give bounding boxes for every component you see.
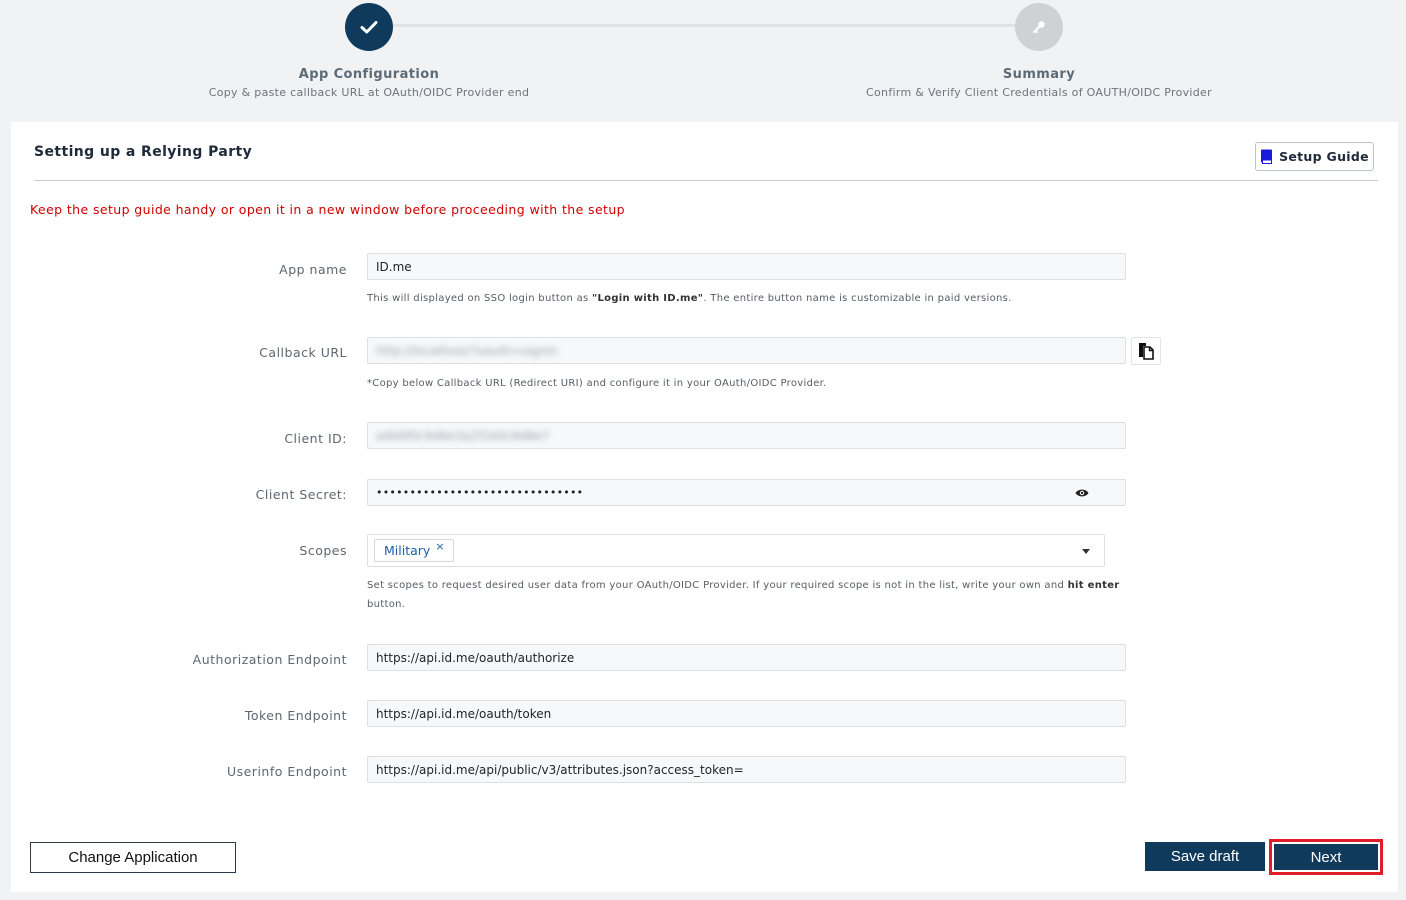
card-title: Setting up a Relying Party — [34, 144, 253, 160]
step-title: App Configuration — [298, 67, 440, 82]
step-title: Summary — [1002, 67, 1076, 82]
userinfo-endpoint-value: https://api.id.me/api/public/v3/attribut… — [376, 762, 744, 777]
next-button-highlight: Next — [1269, 839, 1383, 875]
setup-guide-button[interactable]: Setup Guide — [1255, 142, 1374, 171]
token-endpoint-value: https://api.id.me/oauth/token — [376, 706, 552, 721]
userinfo-endpoint-input[interactable]: https://api.id.me/api/public/v3/attribut… — [367, 756, 1126, 783]
step-pending-circle — [1015, 3, 1063, 51]
card-divider — [34, 180, 1378, 181]
step-summary: Summary Confirm & Verify Client Credenti… — [789, 3, 1289, 99]
step-description: Confirm & Verify Client Credentials of O… — [866, 86, 1212, 99]
remove-scope-icon[interactable]: × — [435, 540, 444, 554]
app-name-help: This will displayed on SSO login button … — [367, 293, 1012, 304]
relying-party-card: Setting up a Relying Party Setup Guide K… — [11, 122, 1398, 892]
token-endpoint-input[interactable]: https://api.id.me/oauth/token — [367, 700, 1126, 727]
app-name-value: ID.me — [376, 259, 412, 274]
app-name-input[interactable]: ID.me — [367, 253, 1126, 280]
client-secret-input[interactable]: ••••••••••••••••••••••••••••••• — [367, 479, 1126, 506]
client-id-value: a4b6f0c9d6e3a2f1b0c9d8e7 — [376, 428, 550, 443]
token-endpoint-label: Token Endpoint — [244, 708, 347, 723]
step-complete-circle — [345, 3, 393, 51]
app-name-label: App name — [279, 262, 347, 277]
scopes-help: Set scopes to request desired user data … — [367, 580, 1120, 610]
dropdown-caret-icon[interactable] — [1082, 549, 1090, 554]
scope-tag-label: Military — [384, 543, 431, 558]
key-icon — [1033, 21, 1045, 33]
setup-guide-label: Setup Guide — [1279, 149, 1369, 164]
client-secret-value: ••••••••••••••••••••••••••••••• — [376, 486, 584, 499]
scopes-label: Scopes — [299, 543, 347, 558]
save-draft-button[interactable]: Save draft — [1145, 842, 1265, 871]
client-secret-label: Client Secret: — [255, 487, 347, 502]
client-id-input[interactable]: a4b6f0c9d6e3a2f1b0c9d8e7 — [367, 422, 1126, 449]
step-app-configuration: App Configuration Copy & paste callback … — [119, 3, 619, 99]
copy-icon — [1139, 343, 1154, 360]
change-application-button[interactable]: Change Application — [30, 842, 236, 873]
scope-tag-military: Military × — [374, 539, 454, 562]
setup-stepper: App Configuration Copy & paste callback … — [0, 0, 1406, 118]
step-description: Copy & paste callback URL at OAuth/OIDC … — [208, 86, 530, 99]
copy-callback-url-button[interactable] — [1131, 337, 1161, 365]
scopes-select[interactable]: Military × — [367, 534, 1105, 567]
setup-warning: Keep the setup guide handy or open it in… — [30, 202, 625, 217]
authorization-endpoint-value: https://api.id.me/oauth/authorize — [376, 650, 575, 665]
eye-icon[interactable] — [1075, 488, 1089, 498]
callback-url-help: *Copy below Callback URL (Redirect URI) … — [367, 378, 827, 389]
callback-url-input[interactable]: http://localhost/?oauth=signin — [367, 337, 1126, 364]
userinfo-endpoint-label: Userinfo Endpoint — [226, 764, 347, 779]
check-icon — [360, 21, 378, 34]
callback-url-value: http://localhost/?oauth=signin — [376, 343, 558, 358]
next-button[interactable]: Next — [1274, 844, 1378, 870]
authorization-endpoint-input[interactable]: https://api.id.me/oauth/authorize — [367, 644, 1126, 671]
book-icon — [1261, 149, 1273, 164]
callback-url-label: Callback URL — [259, 345, 347, 360]
client-id-label: Client ID: — [284, 431, 347, 446]
authorization-endpoint-label: Authorization Endpoint — [192, 652, 347, 667]
